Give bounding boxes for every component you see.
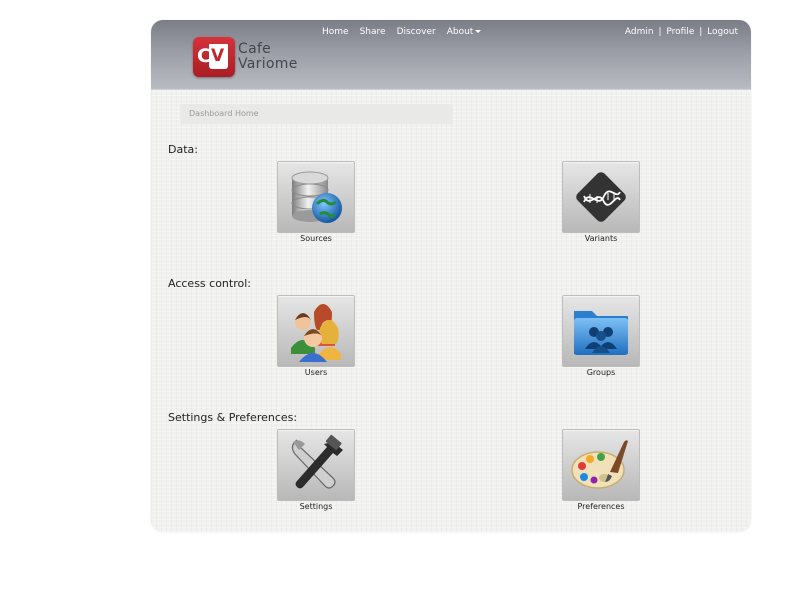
sources-button[interactable] — [277, 161, 355, 233]
users-icon — [291, 304, 341, 362]
settings-label: Settings — [299, 502, 333, 511]
settings-tile[interactable]: Settings — [277, 429, 355, 511]
account-links: Admin | Profile | Logout — [625, 27, 738, 37]
logo-text: Cafe Variome — [238, 42, 298, 72]
nav-discover[interactable]: Discover — [397, 27, 436, 37]
nav-about-label: About — [446, 27, 474, 37]
groups-folder-icon — [574, 311, 628, 355]
preferences-label: Preferences — [577, 502, 625, 511]
paint-palette-icon — [571, 440, 628, 489]
nav-about-dropdown[interactable]: About — [447, 27, 482, 37]
page-frame: C V Cafe Variome Home Share Discover Abo… — [151, 20, 751, 532]
database-globe-icon — [291, 171, 342, 223]
groups-button[interactable] — [562, 295, 640, 367]
separator: | — [699, 27, 703, 37]
section-title-access: Access control: — [168, 277, 251, 290]
groups-label: Groups — [586, 368, 616, 377]
wrench-hammer-icon — [291, 434, 343, 489]
nav-share[interactable]: Share — [360, 27, 386, 37]
users-label: Users — [304, 368, 328, 377]
users-tile[interactable]: Users — [277, 295, 355, 377]
settings-button[interactable] — [277, 429, 355, 501]
sources-tile[interactable]: Sources — [277, 161, 355, 243]
nav-home[interactable]: Home — [322, 27, 349, 37]
section-title-data: Data: — [168, 143, 198, 156]
admin-link[interactable]: Admin — [625, 27, 654, 37]
main-nav: Home Share Discover About — [322, 27, 482, 37]
logo-mark-icon: C V — [193, 37, 235, 77]
variants-tile[interactable]: Variants — [562, 161, 640, 243]
caret-down-icon — [475, 30, 482, 33]
users-button[interactable] — [277, 295, 355, 367]
logout-link[interactable]: Logout — [707, 27, 738, 37]
breadcrumb: Dashboard Home — [180, 104, 453, 124]
section-title-settings: Settings & Preferences: — [168, 411, 298, 424]
dna-icon — [576, 172, 626, 222]
brand-line1: Cafe — [238, 41, 272, 57]
preferences-button[interactable] — [562, 429, 640, 501]
preferences-tile[interactable]: Preferences — [562, 429, 640, 511]
variants-label: Variants — [584, 234, 618, 243]
header: C V Cafe Variome Home Share Discover Abo… — [151, 20, 751, 90]
profile-link[interactable]: Profile — [666, 27, 694, 37]
sources-label: Sources — [300, 234, 332, 243]
groups-tile[interactable]: Groups — [562, 295, 640, 377]
logo[interactable]: C V Cafe Variome — [193, 37, 298, 77]
variants-button[interactable] — [562, 161, 640, 233]
separator: | — [658, 27, 662, 37]
brand-line2: Variome — [238, 56, 298, 72]
